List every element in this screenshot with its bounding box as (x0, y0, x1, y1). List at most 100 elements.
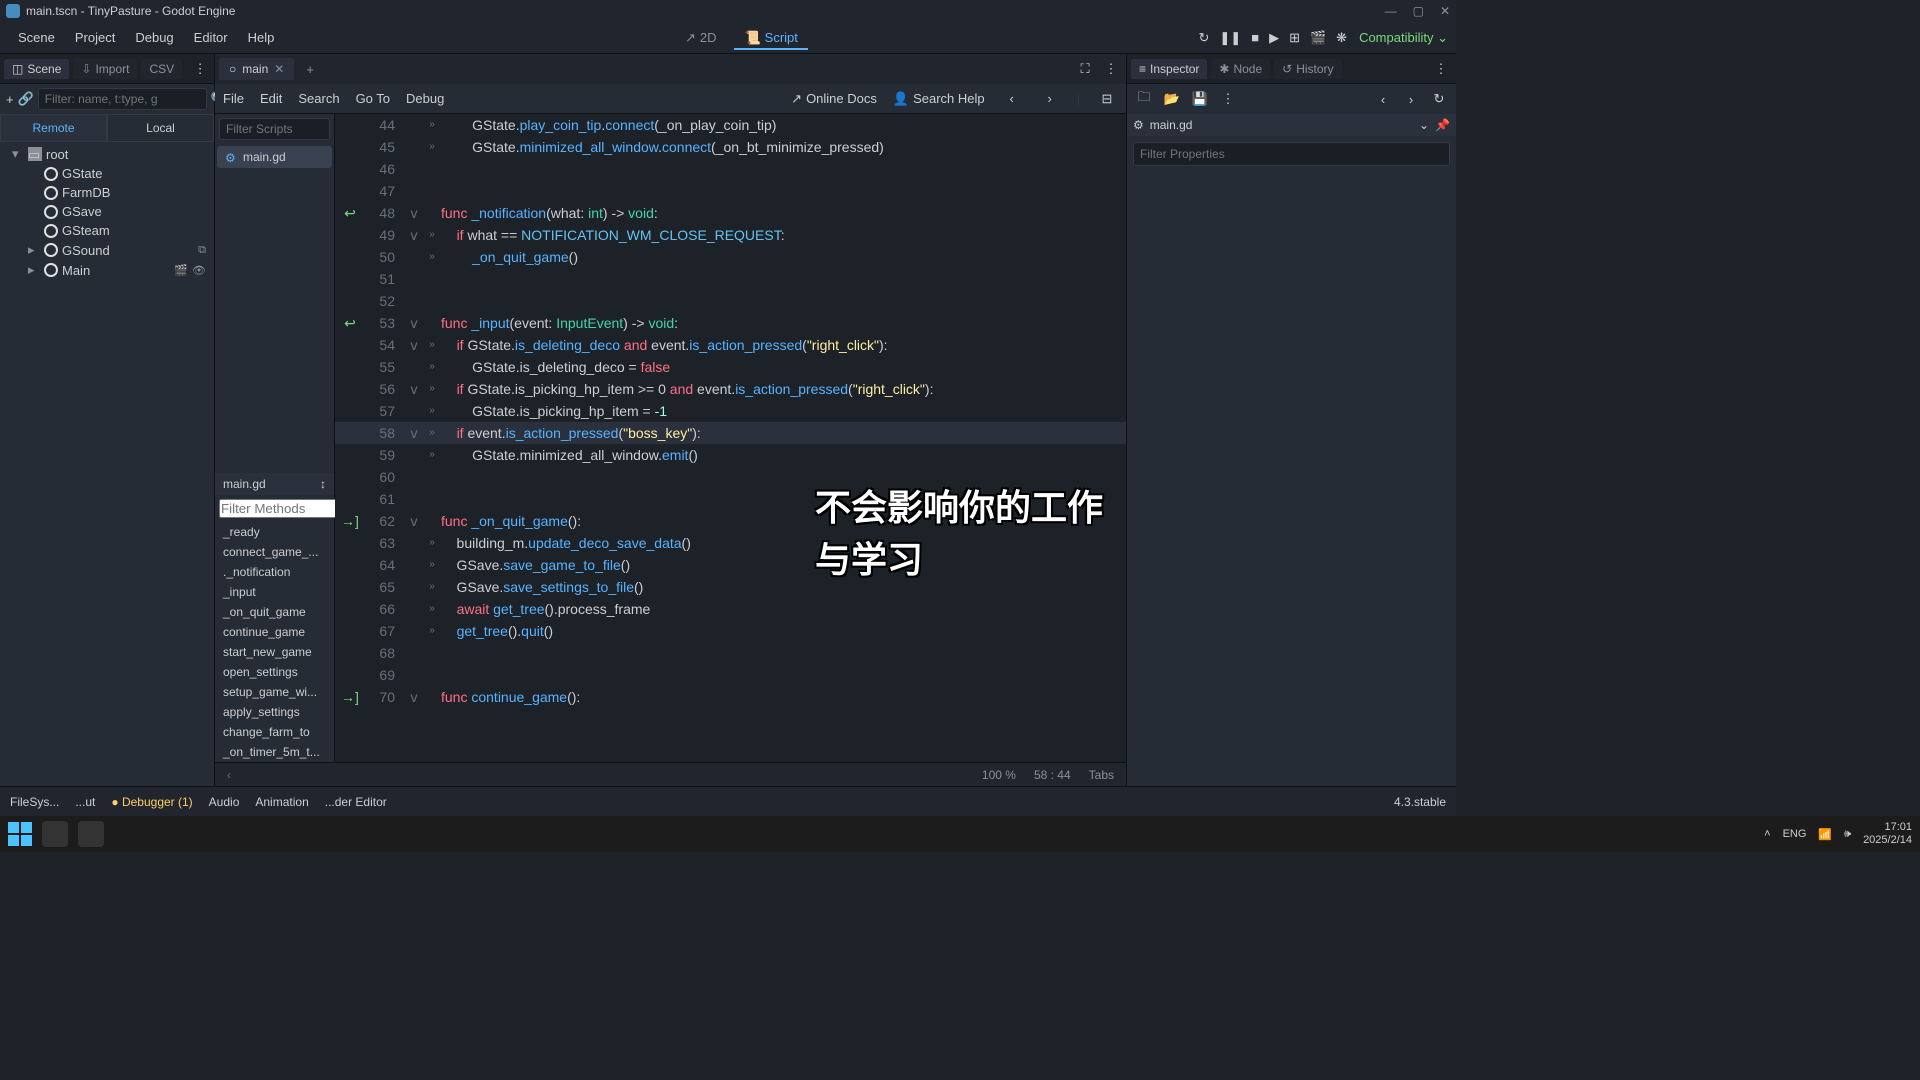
panel-menu[interactable]: ⋮ (190, 58, 210, 80)
code-line-69[interactable]: 69 (335, 664, 1126, 686)
code-line-67[interactable]: 67» get_tree().quit() (335, 620, 1126, 642)
method-item[interactable]: start_new_game (215, 642, 334, 662)
menu-editor[interactable]: Editor (184, 26, 238, 49)
tree-item-main[interactable]: ▸Main🎬👁 (4, 260, 210, 280)
tray-volume-icon[interactable]: 🕪 (1844, 828, 1851, 841)
tree-item-gstate[interactable]: GState (4, 164, 210, 183)
taskbar-app-1[interactable] (42, 821, 68, 847)
tree-item-gsound[interactable]: ▸GSound⧉ (4, 240, 210, 260)
code-line-61[interactable]: 61 (335, 488, 1126, 510)
maximize-button[interactable]: ▢ (1413, 4, 1424, 18)
nav-back-button[interactable]: ‹ (1001, 88, 1023, 110)
menu-debug[interactable]: Debug (125, 26, 183, 49)
tray-expand-icon[interactable]: ˄ (1764, 828, 1770, 840)
script-menu-debug[interactable]: Debug (406, 91, 444, 106)
properties-filter-input[interactable] (1133, 142, 1450, 166)
method-item[interactable]: ._notification (215, 562, 334, 582)
bottom-animation[interactable]: Animation (255, 795, 308, 809)
menu-project[interactable]: Project (65, 26, 125, 49)
tab-csv[interactable]: CSV (141, 59, 182, 79)
history-fwd-icon[interactable]: › (1400, 88, 1422, 110)
tree-item-gsteam[interactable]: GSteam (4, 221, 210, 240)
tree-item-root[interactable]: ▾▭root (4, 144, 210, 164)
render-button[interactable]: ❋ (1336, 30, 1347, 46)
method-item[interactable]: continue_game (215, 622, 334, 642)
script-menu-goto[interactable]: Go To (356, 91, 390, 106)
method-item[interactable]: _ready (215, 522, 334, 542)
method-item[interactable]: setup_game_wi... (215, 682, 334, 702)
switch-local[interactable]: Local (107, 114, 214, 142)
code-line-52[interactable]: 52 (335, 290, 1126, 312)
script-menu-file[interactable]: File (223, 91, 244, 106)
minimize-button[interactable]: ― (1385, 4, 1397, 18)
menu-scene[interactable]: Scene (8, 26, 65, 49)
save-resource-icon[interactable]: 💾 (1189, 88, 1211, 110)
bottom-audio[interactable]: Audio (209, 795, 240, 809)
method-item[interactable]: open_settings (215, 662, 334, 682)
indent-mode[interactable]: Tabs (1089, 768, 1114, 782)
code-line-65[interactable]: 65» GSave.save_settings_to_file() (335, 576, 1126, 598)
history-back-icon[interactable]: ‹ (1372, 88, 1394, 110)
code-line-63[interactable]: 63» building_m.update_deco_save_data() (335, 532, 1126, 554)
sort-methods-icon[interactable]: ↕ (320, 477, 326, 491)
history-list-icon[interactable]: ↻ (1428, 88, 1450, 110)
bottom-filesystem[interactable]: FileSys... (10, 795, 59, 809)
add-tab-button[interactable]: + (298, 62, 322, 77)
taskbar-app-2[interactable] (78, 821, 104, 847)
code-line-68[interactable]: 68 (335, 642, 1126, 664)
code-line-48[interactable]: ↩48vfunc _notification(what: int) -> voi… (335, 202, 1126, 224)
tab-inspector[interactable]: ≡ Inspector (1131, 59, 1207, 79)
stop-button[interactable]: ■ (1251, 30, 1259, 46)
menu-help[interactable]: Help (238, 26, 285, 49)
code-line-45[interactable]: 45» GState.minimized_all_window.connect(… (335, 136, 1126, 158)
bottom-shader[interactable]: ...der Editor (325, 795, 387, 809)
switch-remote[interactable]: Remote (0, 114, 107, 142)
tray-clock[interactable]: 17:01 2025/2/14 (1863, 821, 1912, 847)
code-editor[interactable]: 44» GState.play_coin_tip.connect(_on_pla… (335, 114, 1126, 762)
code-line-49[interactable]: 49v» if what == NOTIFICATION_WM_CLOSE_RE… (335, 224, 1126, 246)
reload-button[interactable]: ↻ (1199, 30, 1210, 46)
tab-import[interactable]: ⇩ Import (73, 59, 137, 79)
zoom-level[interactable]: 100 % (982, 768, 1016, 782)
tab-node[interactable]: ✱ Node (1211, 59, 1270, 79)
code-line-50[interactable]: 50» _on_quit_game() (335, 246, 1126, 268)
renderer-dropdown[interactable]: Compatibility ⌄ (1359, 30, 1448, 46)
pause-button[interactable]: ❚❚ (1219, 30, 1241, 46)
tabs-menu-button[interactable]: ⋮ (1100, 58, 1122, 80)
scene-tab-main[interactable]: ○ main ✕ (219, 58, 294, 80)
method-item[interactable]: change_farm_to (215, 722, 334, 742)
bottom-output[interactable]: ...ut (75, 795, 95, 809)
bottom-debugger[interactable]: ● Debugger (1) (111, 795, 192, 809)
start-button[interactable] (8, 822, 32, 846)
close-tab-icon[interactable]: ✕ (274, 62, 284, 76)
open-resource-icon[interactable]: 🗀 (1133, 88, 1155, 110)
code-line-62[interactable]: →]62vfunc _on_quit_game(): (335, 510, 1126, 532)
tree-item-gsave[interactable]: GSave (4, 202, 210, 221)
code-line-55[interactable]: 55» GState.is_deleting_deco = false (335, 356, 1126, 378)
method-item[interactable]: apply_settings (215, 702, 334, 722)
nav-fwd-button[interactable]: › (1039, 88, 1061, 110)
online-docs-link[interactable]: ↗ Online Docs (791, 91, 877, 107)
resource-menu-icon[interactable]: ⋮ (1217, 88, 1239, 110)
tray-language[interactable]: ENG (1783, 828, 1807, 840)
code-line-66[interactable]: 66» await get_tree().process_frame (335, 598, 1126, 620)
code-line-57[interactable]: 57» GState.is_picking_hp_item = -1 (335, 400, 1126, 422)
script-menu-edit[interactable]: Edit (260, 91, 282, 106)
code-line-51[interactable]: 51 (335, 268, 1126, 290)
code-line-53[interactable]: ↩53vfunc _input(event: InputEvent) -> vo… (335, 312, 1126, 334)
tab-scene[interactable]: ◫ Scene (4, 59, 69, 79)
code-line-47[interactable]: 47 (335, 180, 1126, 202)
pin-resource-icon[interactable]: 📌 (1435, 118, 1450, 132)
view-script-button[interactable]: 📜 Script (734, 26, 807, 50)
link-node-button[interactable]: 🔗 (18, 88, 34, 110)
movie-button[interactable]: 🎬 (1310, 30, 1326, 46)
inspector-menu[interactable]: ⋮ (1430, 58, 1452, 80)
code-line-56[interactable]: 56v» if GState.is_picking_hp_item >= 0 a… (335, 378, 1126, 400)
tree-item-farmdb[interactable]: FarmDB (4, 183, 210, 202)
toggle-panel-button[interactable]: ⊟ (1096, 88, 1118, 110)
code-line-58[interactable]: 58v» if event.is_action_pressed("boss_ke… (335, 422, 1126, 444)
code-line-60[interactable]: 60 (335, 466, 1126, 488)
method-item[interactable]: _on_quit_game (215, 602, 334, 622)
load-resource-icon[interactable]: 📂 (1161, 88, 1183, 110)
expand-resource-icon[interactable]: ⌄ (1419, 118, 1429, 132)
